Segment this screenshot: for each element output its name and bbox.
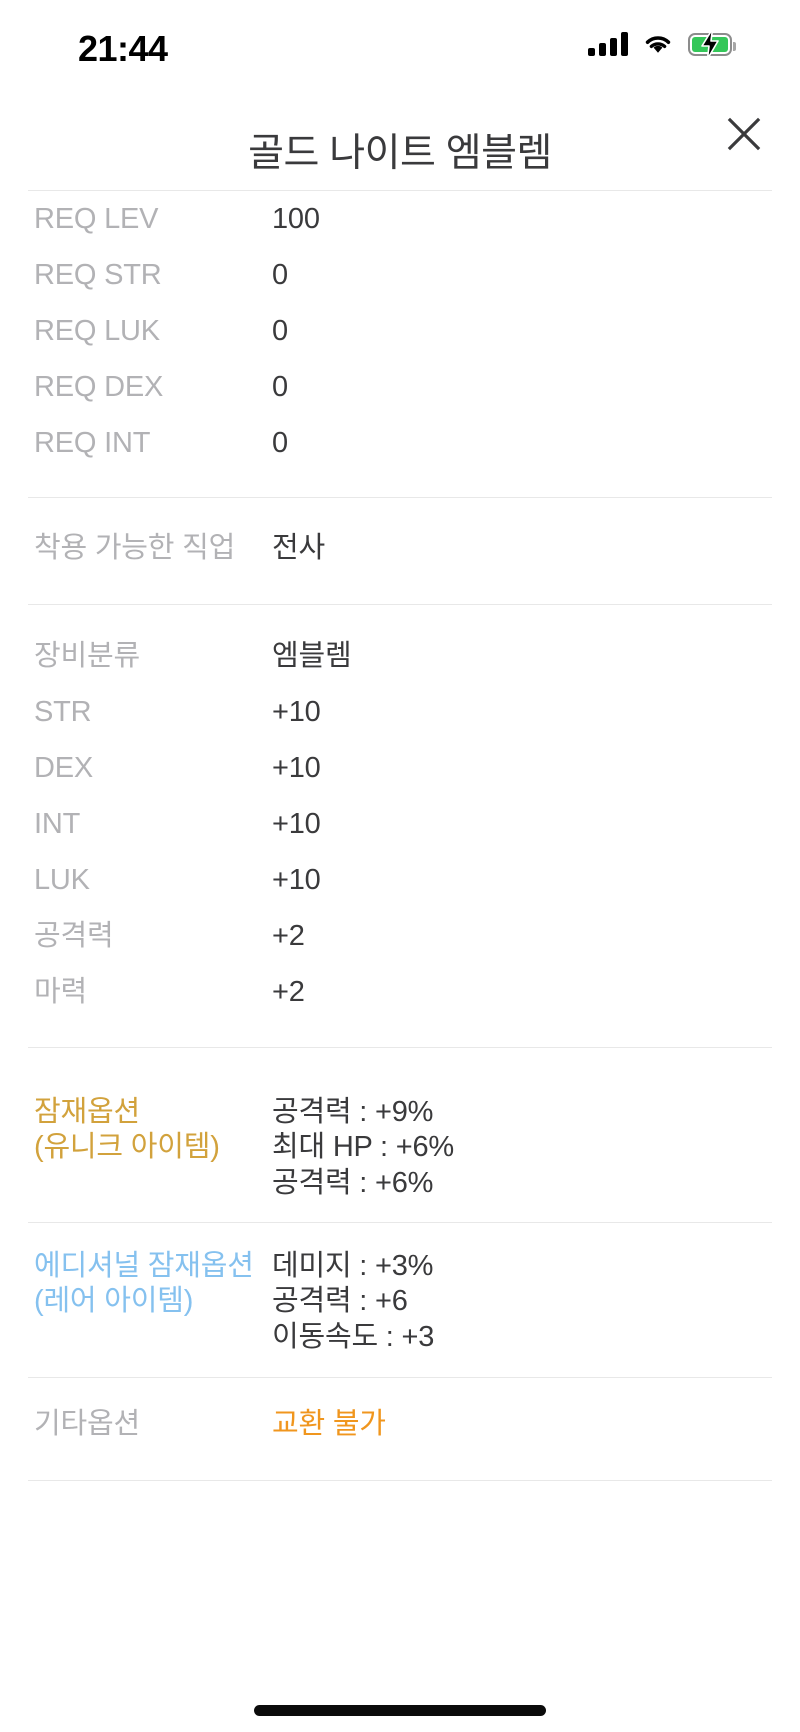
potential-option-values: 공격력 : +9% 최대 HP : +6% 공격력 : +6% <box>272 1095 800 1201</box>
row-req-str: REQ STR 0 <box>0 258 800 293</box>
other-option-label: 기타옵션 <box>34 1408 140 1440</box>
close-x-icon <box>727 117 761 151</box>
row-str: STR +10 <box>0 695 800 730</box>
row-label: 착용 가능한 직업 <box>34 532 236 564</box>
row-req-dex: REQ DEX 0 <box>0 370 800 405</box>
row-value: +2 <box>272 976 305 1008</box>
row-attack-power: 공격력 +2 <box>0 919 800 954</box>
divider-additional-potential <box>28 1377 772 1378</box>
wifi-icon <box>642 32 674 56</box>
additional-potential-option-label: 에디셔널 잠재옵션 (레어 아이템) <box>0 1249 272 1320</box>
cellular-signal-icon <box>588 32 628 56</box>
row-label: REQ INT <box>34 427 151 459</box>
additional-potential-option-values: 데미지 : +3% 공격력 : +6 이동속도 : +3 <box>272 1249 800 1355</box>
row-value: 0 <box>272 427 288 459</box>
potential-option-line: 공격력 : +9% <box>272 1096 434 1128</box>
other-option-value: 교환 불가 <box>272 1408 386 1440</box>
row-label: REQ DEX <box>34 371 164 403</box>
modal-header: 골드 나이트 엠블렘 <box>0 100 800 190</box>
divider-potential <box>28 1222 772 1223</box>
row-value: 0 <box>272 315 288 347</box>
status-bar-time: 21:44 <box>78 28 168 69</box>
additional-potential-option-label-main: 에디셔널 잠재옵션 <box>34 1250 254 1282</box>
divider-requirements <box>28 497 772 498</box>
row-magic-power: 마력 +2 <box>0 975 800 1010</box>
row-label: REQ LUK <box>34 315 160 347</box>
divider-equipment <box>28 1047 772 1048</box>
row-label: REQ LEV <box>34 203 159 235</box>
row-value: 엠블렘 <box>272 640 352 672</box>
additional-potential-option-line: 공격력 : +6 <box>272 1285 408 1318</box>
potential-option-label-sub: (유니크 아이템) <box>34 1131 220 1164</box>
row-value: +10 <box>272 696 321 728</box>
status-bar: 21:44 <box>0 0 800 100</box>
row-value: +10 <box>272 864 321 896</box>
row-value: +10 <box>272 808 321 840</box>
additional-potential-option-line: 데미지 : +3% <box>272 1250 434 1282</box>
additional-potential-option-line: 이동속도 : +3 <box>272 1320 435 1353</box>
divider-other <box>28 1480 772 1481</box>
row-req-int: REQ INT 0 <box>0 426 800 461</box>
row-label: 공격력 <box>34 920 114 952</box>
potential-option-line: 최대 HP : +6% <box>272 1131 454 1164</box>
row-value: +10 <box>272 752 321 784</box>
close-button[interactable] <box>716 106 772 162</box>
row-equip-category: 장비분류 엠블렘 <box>0 639 800 674</box>
home-indicator[interactable] <box>254 1705 546 1716</box>
row-potential-option: 잠재옵션 (유니크 아이템) 공격력 : +9% 최대 HP : +6% 공격력… <box>0 1095 800 1201</box>
row-dex: DEX +10 <box>0 751 800 786</box>
potential-option-label: 잠재옵션 (유니크 아이템) <box>0 1095 272 1166</box>
row-label: LUK <box>34 864 90 896</box>
row-label: 마력 <box>34 976 87 1008</box>
row-req-lev: REQ LEV 100 <box>0 202 800 237</box>
item-detail-screen: 21:44 골드 나이트 엠블렘 REQ LEV 100 REQ STR 0 R… <box>0 0 800 1732</box>
battery-charging-icon <box>688 29 736 59</box>
row-value: 0 <box>272 259 288 291</box>
row-value: 100 <box>272 203 320 235</box>
row-label: 장비분류 <box>34 640 140 672</box>
row-label: REQ STR <box>34 259 162 291</box>
row-label: DEX <box>34 752 94 784</box>
row-wearable-job: 착용 가능한 직업 전사 <box>0 531 800 566</box>
row-value: 0 <box>272 371 288 403</box>
row-other-option: 기타옵션 교환 불가 <box>0 1407 800 1442</box>
row-label: INT <box>34 808 81 840</box>
divider-job <box>28 604 772 605</box>
additional-potential-option-label-sub: (레어 아이템) <box>34 1285 194 1318</box>
potential-option-label-main: 잠재옵션 <box>34 1096 140 1128</box>
row-label: STR <box>34 696 92 728</box>
divider-header <box>28 190 772 191</box>
row-luk: LUK +10 <box>0 863 800 898</box>
status-bar-icons <box>588 29 736 59</box>
row-req-luk: REQ LUK 0 <box>0 314 800 349</box>
potential-option-line: 공격력 : +6% <box>272 1166 434 1199</box>
row-int: INT +10 <box>0 807 800 842</box>
row-value: 전사 <box>272 532 325 564</box>
row-additional-potential-option: 에디셔널 잠재옵션 (레어 아이템) 데미지 : +3% 공격력 : +6 이동… <box>0 1249 800 1355</box>
page-title: 골드 나이트 엠블렘 <box>248 132 552 175</box>
row-value: +2 <box>272 920 305 952</box>
